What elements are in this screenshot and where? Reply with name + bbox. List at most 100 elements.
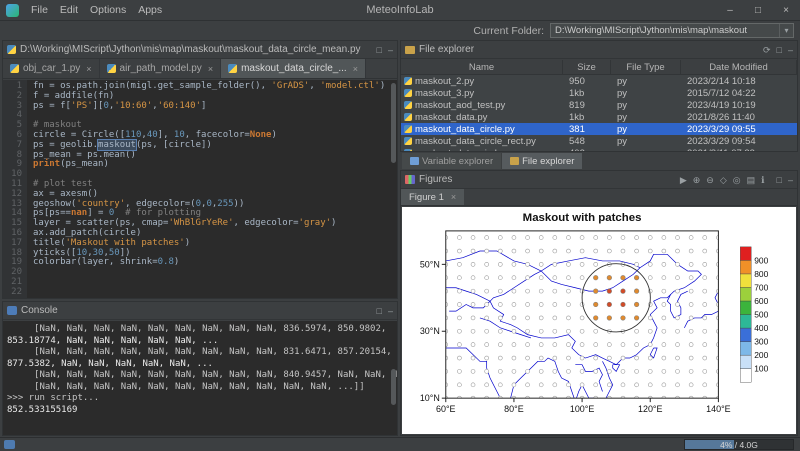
- minimize-icon[interactable]: –: [788, 171, 793, 189]
- maximize-button[interactable]: □: [744, 0, 772, 21]
- tab-close-icon[interactable]: ×: [353, 64, 358, 74]
- file-row[interactable]: maskout_data_circle_mean.py402py2021/8/1…: [401, 147, 797, 151]
- terminal-icon[interactable]: [4, 440, 15, 449]
- file-date: 2023/3/29 09:55: [681, 124, 797, 135]
- code-editor[interactable]: 1 2 3 4 5 6 7 8 9 10 11 12 13 14 15 16 1…: [3, 80, 397, 298]
- console-panel: Console □ – [NaN, NaN, NaN, NaN, NaN, Na…: [2, 301, 398, 436]
- file-date: 2021/8/11 07:33: [681, 148, 797, 152]
- close-button[interactable]: ×: [772, 0, 800, 21]
- file-explorer-title: File explorer: [419, 44, 474, 55]
- python-file-icon: [404, 101, 412, 109]
- console-line: 853.18774, NaN, NaN, NaN, NaN, NaN, ...: [7, 336, 395, 348]
- identify-icon[interactable]: ℹ: [761, 171, 764, 189]
- console-scrollbar[interactable]: [391, 369, 396, 405]
- editor-panel: D:\Working\MIScript\Jython\mis\map\masko…: [2, 40, 398, 299]
- console-line: [NaN, NaN, NaN, NaN, NaN, NaN, NaN, NaN,…: [7, 370, 395, 382]
- file-size: 950: [563, 76, 611, 87]
- tab-close-icon[interactable]: ×: [451, 192, 456, 202]
- file-explorer-header: File explorer ⟳ □ –: [401, 41, 797, 59]
- svg-text:30°N: 30°N: [420, 326, 440, 336]
- float-icon[interactable]: □: [377, 302, 382, 320]
- menu-edit[interactable]: Edit: [54, 0, 84, 21]
- zoom-out-icon[interactable]: ⊖: [706, 171, 714, 189]
- file-row[interactable]: maskout_aod_test.py819py2023/4/19 10:19: [401, 99, 797, 111]
- svg-text:10°N: 10°N: [420, 393, 440, 403]
- python-file-icon: [404, 137, 412, 145]
- menu-apps[interactable]: Apps: [132, 0, 168, 21]
- float-icon[interactable]: □: [777, 171, 782, 189]
- console-line: [NaN, NaN, NaN, NaN, NaN, NaN, NaN, NaN,…: [7, 382, 395, 394]
- zoom-in-icon[interactable]: ⊕: [693, 171, 701, 189]
- file-row[interactable]: maskout_data.py1kbpy2021/8/26 11:40: [401, 111, 797, 123]
- python-file-icon: [404, 113, 412, 121]
- file-explorer-panel: File explorer ⟳ □ – NameSizeFile TypeDat…: [400, 40, 798, 152]
- figures-panel: Figures ▶⊕⊖◇◎▤ℹ □ – Figure 1 × Maskout w…: [400, 170, 798, 436]
- memory-indicator[interactable]: 4% / 4.0G: [684, 439, 794, 450]
- dock-tab-file-explorer[interactable]: File explorer: [502, 153, 582, 169]
- code-line[interactable]: [33, 111, 397, 121]
- refresh-icon[interactable]: ⟳: [763, 41, 771, 59]
- current-folder-label: Current Folder:: [473, 25, 544, 37]
- file-size: 819: [563, 100, 611, 111]
- code-line[interactable]: [33, 288, 397, 298]
- file-name: maskout_2.py: [415, 76, 474, 87]
- code-line[interactable]: [33, 278, 397, 288]
- figures-header: Figures ▶⊕⊖◇◎▤ℹ □ –: [401, 171, 797, 189]
- column-header-size[interactable]: Size: [563, 60, 611, 74]
- file-row[interactable]: maskout_3.py1kbpy2015/7/12 04:22: [401, 87, 797, 99]
- python-file-icon: [404, 149, 412, 151]
- code-line[interactable]: ps = f['PS'][0,'10:60','60:140']: [33, 102, 397, 112]
- file-row[interactable]: maskout_2.py950py2023/2/14 10:18: [401, 75, 797, 87]
- python-file-icon: [10, 64, 19, 73]
- current-folder-combobox[interactable]: D:\Working\MIScript\Jython\mis\map\masko…: [550, 23, 794, 38]
- dock-tab-variable-explorer[interactable]: Variable explorer: [402, 153, 501, 169]
- table-icon: [410, 157, 419, 165]
- app-logo-icon: [6, 4, 19, 17]
- file-type: py: [611, 148, 681, 152]
- svg-text:700: 700: [754, 282, 768, 292]
- python-file-icon: [7, 45, 16, 54]
- code-line[interactable]: [33, 268, 397, 278]
- figure-toolbar: ▶ ⊕ ⊖ ◇ ◎ ▤ ℹ: [680, 171, 765, 189]
- minimize-icon[interactable]: –: [388, 302, 393, 320]
- select-arrow-icon[interactable]: ▶: [680, 171, 687, 189]
- file-row[interactable]: maskout_data_circle_rect.py548py2023/3/2…: [401, 135, 797, 147]
- folder-icon: [405, 46, 415, 54]
- menu-options[interactable]: Options: [84, 0, 132, 21]
- pan-icon[interactable]: ◇: [720, 171, 727, 189]
- code-line[interactable]: print(ps_mean): [33, 160, 397, 170]
- editor-tab[interactable]: air_path_model.py×: [100, 59, 222, 78]
- file-size: 1kb: [563, 88, 611, 99]
- file-name: maskout_3.py: [415, 88, 474, 99]
- minimize-icon[interactable]: –: [788, 41, 793, 59]
- editor-tab-label: obj_car_1.py: [23, 63, 80, 74]
- console-icon: [7, 306, 17, 315]
- code-line[interactable]: colorbar(layer, shrink=0.8): [33, 258, 397, 268]
- editor-tab[interactable]: obj_car_1.py ×: [3, 59, 100, 78]
- full-extent-icon[interactable]: ◎: [733, 171, 741, 189]
- code-lines[interactable]: fn = os.path.join(migl.get_sample_folder…: [27, 80, 397, 298]
- tab-close-icon[interactable]: ×: [86, 64, 91, 74]
- figure-canvas[interactable]: Maskout with patches60°E80°E100°E120°E14…: [402, 207, 796, 434]
- tab-close-icon[interactable]: ×: [208, 64, 213, 74]
- file-row[interactable]: maskout_data_circle.py381py2023/3/29 09:…: [401, 123, 797, 135]
- float-icon[interactable]: □: [377, 41, 382, 59]
- svg-text:800: 800: [754, 269, 768, 279]
- console-output[interactable]: [NaN, NaN, NaN, NaN, NaN, NaN, NaN, NaN,…: [3, 321, 397, 435]
- figure-tab[interactable]: Figure 1 ×: [401, 189, 464, 205]
- menu-file[interactable]: File: [25, 0, 54, 21]
- window-controls: – □ ×: [716, 0, 800, 21]
- chevron-down-icon[interactable]: ▾: [779, 24, 793, 37]
- file-date: 2023/4/19 10:19: [681, 100, 797, 111]
- column-header-type[interactable]: File Type: [611, 60, 681, 74]
- minimize-icon[interactable]: –: [388, 41, 393, 59]
- column-header-name[interactable]: Name: [401, 60, 563, 74]
- editor-scrollbar[interactable]: [391, 83, 396, 163]
- layers-icon[interactable]: ▤: [747, 171, 756, 189]
- float-icon[interactable]: □: [777, 41, 782, 59]
- minimize-button[interactable]: –: [716, 0, 744, 21]
- editor-tab-bar: obj_car_1.py×air_path_model.py×maskout_d…: [3, 59, 397, 79]
- editor-tab[interactable]: maskout_data_circle_...×: [221, 59, 366, 78]
- column-header-date[interactable]: Date Modified: [681, 60, 797, 74]
- file-size: 381: [563, 124, 611, 135]
